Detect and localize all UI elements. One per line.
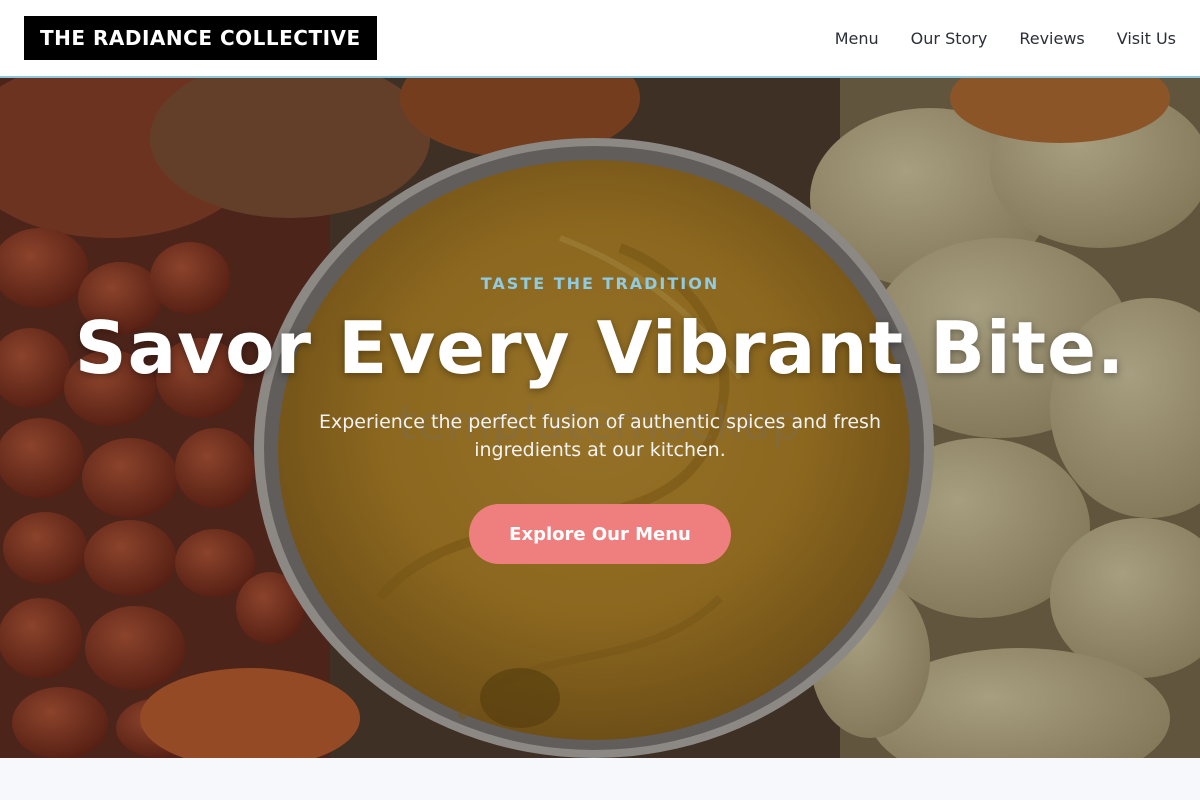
main-nav: Menu Our Story Reviews Visit Us (835, 0, 1176, 76)
hero-eyebrow: TASTE THE TRADITION (480, 274, 720, 293)
nav-link-menu[interactable]: Menu (835, 29, 879, 48)
site-header: THE RADIANCE COLLECTIVE Menu Our Story R… (0, 0, 1200, 78)
nav-link-visit-us[interactable]: Visit Us (1117, 29, 1176, 48)
explore-menu-button[interactable]: Explore Our Menu (469, 504, 731, 564)
hero-subtext: Experience the perfect fusion of authent… (319, 411, 881, 461)
nav-link-reviews[interactable]: Reviews (1019, 29, 1084, 48)
brand-logo[interactable]: THE RADIANCE COLLECTIVE (24, 16, 377, 60)
hero-section: templatemockup TASTE THE TRADITION Savor… (0, 78, 1200, 758)
hero-content: TASTE THE TRADITION Savor Every Vibrant … (0, 78, 1200, 758)
hero-headline: Savor Every Vibrant Bite. (74, 306, 1126, 390)
nav-link-our-story[interactable]: Our Story (911, 29, 988, 48)
